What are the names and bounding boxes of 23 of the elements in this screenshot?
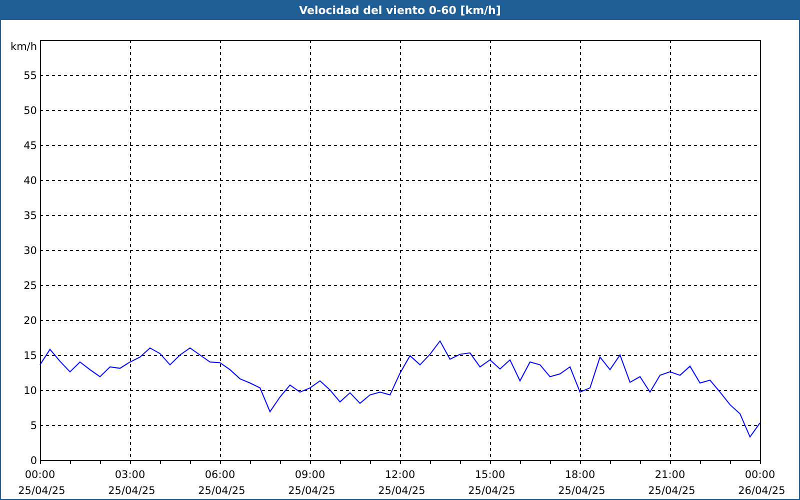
x-tick-label: 12:00 25/04/25 bbox=[378, 469, 426, 497]
window-title: Velocidad del viento 0-60 [km/h] bbox=[1, 1, 799, 20]
y-tick-label: 55 bbox=[24, 70, 37, 82]
y-tick-label: 5 bbox=[30, 420, 37, 432]
x-tick-label: 03:00 25/04/25 bbox=[108, 469, 156, 497]
x-tick-label: 18:00 25/04/25 bbox=[558, 469, 606, 497]
x-tick-label: 06:00 25/04/25 bbox=[198, 469, 246, 497]
y-tick-label: 10 bbox=[24, 385, 37, 397]
y-tick-label: 45 bbox=[24, 140, 37, 152]
y-tick-label: 15 bbox=[24, 350, 37, 362]
y-tick-label: 25 bbox=[24, 280, 37, 292]
y-tick-label: 0 bbox=[30, 455, 37, 467]
x-tick-label: 15:00 25/04/25 bbox=[468, 469, 516, 497]
x-tick-label: 00:00 26/04/25 bbox=[738, 469, 786, 497]
y-tick-label: 30 bbox=[24, 245, 37, 257]
x-tick-label: 09:00 25/04/25 bbox=[288, 469, 336, 497]
y-tick-label: 40 bbox=[24, 175, 37, 187]
y-tick-label: 50 bbox=[24, 105, 37, 117]
x-tick-label: 00:00 25/04/25 bbox=[18, 469, 66, 497]
y-tick-label: 20 bbox=[24, 315, 37, 327]
y-tick-label: 35 bbox=[24, 210, 37, 222]
x-tick-label: 21:00 25/04/25 bbox=[648, 469, 696, 497]
y-axis-unit: km/h bbox=[10, 41, 37, 53]
